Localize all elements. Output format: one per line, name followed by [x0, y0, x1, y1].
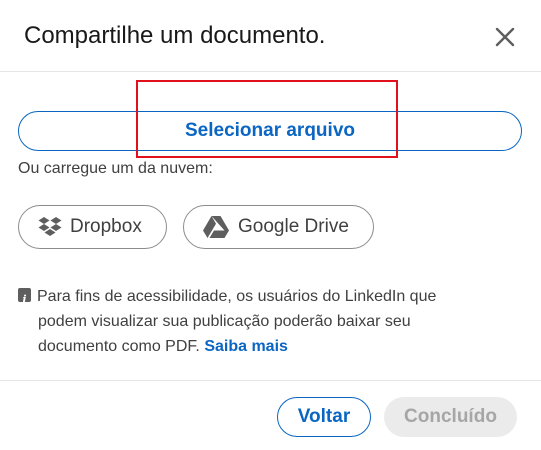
cloud-upload-label: Ou carregue um da nuvem: — [18, 160, 213, 177]
done-button[interactable]: Concluído — [384, 397, 517, 437]
note-line-2: podem visualizar sua publicação poderão … — [38, 313, 411, 330]
back-button[interactable]: Voltar — [277, 397, 371, 437]
select-file-button[interactable]: Selecionar arquivo — [18, 111, 522, 151]
close-icon — [495, 27, 515, 47]
google-drive-icon — [202, 215, 230, 239]
google-drive-label: Google Drive — [238, 216, 349, 237]
dialog-title: Compartilhe um documento. — [24, 22, 326, 49]
close-button[interactable] — [490, 22, 520, 52]
dropbox-button[interactable]: Dropbox — [18, 205, 167, 249]
note-line-3: documento como PDF. — [38, 338, 200, 355]
google-drive-button[interactable]: Google Drive — [183, 205, 374, 249]
dialog-header: Compartilhe um documento. — [0, 0, 541, 72]
footer-divider — [0, 380, 541, 381]
learn-more-link[interactable]: Saiba mais — [204, 338, 288, 355]
info-icon — [18, 287, 31, 312]
dropbox-label: Dropbox — [70, 216, 142, 237]
accessibility-note: Para fins de acessibilidade, os usuários… — [18, 284, 518, 359]
share-document-dialog: Compartilhe um documento. Selecionar arq… — [0, 0, 541, 450]
dropbox-icon — [38, 216, 62, 238]
note-line-1: Para fins de acessibilidade, os usuários… — [37, 288, 437, 305]
